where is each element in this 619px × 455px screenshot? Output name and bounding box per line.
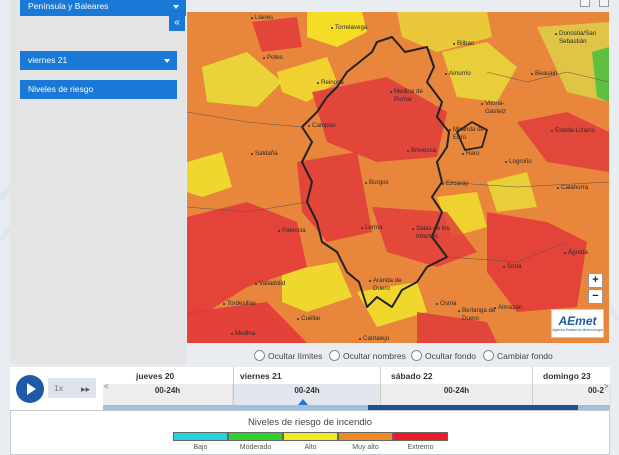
logo-text: AEmet <box>558 314 597 328</box>
change-background-option[interactable]: Cambiar fondo <box>483 350 553 361</box>
place-label: Beasain <box>530 70 558 77</box>
place-label: Logroño <box>505 158 532 165</box>
logo-subtext: Agencia Estatal de Meteorología <box>552 328 603 332</box>
place-label: Llanes <box>250 14 274 21</box>
legend-title: Niveles de riesgo de incendio <box>247 417 373 428</box>
download-icon[interactable] <box>599 0 609 7</box>
legend-swatch-moderado <box>228 432 283 441</box>
place-label: Bilbao <box>452 40 475 47</box>
collapse-panel-button[interactable]: « <box>169 15 185 31</box>
legend-swatch-extremo <box>393 432 448 441</box>
timeline-prev-icon[interactable]: < <box>104 382 109 391</box>
zoom-in-button[interactable]: + <box>588 273 603 288</box>
place-label: Medina de Pomar <box>390 88 434 104</box>
change-background-label: Cambiar fondo <box>497 351 553 361</box>
legend-label: Bajo <box>193 444 208 451</box>
legend-label: Muy alto <box>352 444 379 451</box>
place-label: Miranda de Ebro <box>449 126 493 142</box>
place-label: Amurrio <box>445 70 471 77</box>
fast-forward-icon[interactable]: ▸▸ <box>81 384 90 395</box>
layer-select[interactable]: Niveles de riesgo <box>20 80 177 99</box>
print-icon[interactable] <box>580 0 590 7</box>
day-name: domingo 23 <box>543 371 591 381</box>
place-label: Reinosa <box>317 79 344 86</box>
hide-background-label: Ocultar fondo <box>425 351 477 361</box>
checkbox-icon[interactable] <box>329 350 340 361</box>
place-label: Vitoria-Gasteiz <box>481 100 521 116</box>
place-label: Tordesillas <box>222 300 257 307</box>
aemet-logo: AEmet Agencia Estatal de Meteorología <box>551 309 604 338</box>
hide-limits-label: Ocultar límites <box>268 351 323 361</box>
place-label: Ágreda <box>564 249 588 256</box>
place-label: Ezcaray <box>441 180 469 187</box>
place-label: Valladolid <box>254 280 286 287</box>
region-select-label: Península y Baleares <box>28 1 109 11</box>
timeline-day: sábado 22 00-24h <box>380 367 533 405</box>
place-label: Aranda de Duero <box>369 277 409 293</box>
place-label: Medina <box>230 330 256 337</box>
time-slot[interactable]: 00-24h <box>381 384 533 405</box>
legend-panel: Niveles de riesgo de incendio Bajo Moder… <box>10 410 610 455</box>
play-button[interactable] <box>16 375 44 403</box>
timeline-day: domingo 23 00-2 <box>532 367 611 405</box>
legend-label: Extremo <box>407 444 434 451</box>
place-label: Cuéllar <box>297 315 321 322</box>
hide-names-label: Ocultar nombres <box>343 351 406 361</box>
place-label: Cantalejo <box>358 335 390 342</box>
day-select[interactable]: viernes 21 <box>20 51 177 70</box>
place-label: Campoo <box>307 122 336 129</box>
hide-background-option[interactable]: Ocultar fondo <box>411 350 476 361</box>
legend-swatch-alto <box>283 432 338 441</box>
place-label: Haro <box>461 150 480 157</box>
place-label: Saldaña <box>251 150 278 157</box>
checkbox-icon[interactable] <box>483 350 494 361</box>
chevron-down-icon <box>173 5 179 9</box>
legend-swatch-muy-alto <box>338 432 393 441</box>
day-name: jueves 20 <box>136 371 175 381</box>
checkbox-icon[interactable] <box>411 350 422 361</box>
day-name: sábado 22 <box>391 371 433 381</box>
place-label: Potes <box>263 54 283 61</box>
place-label: Burgos <box>365 179 389 186</box>
place-label: Briviesca <box>406 147 437 154</box>
place-label: Torrelavega <box>330 24 368 31</box>
day-name: viernes 21 <box>240 371 282 381</box>
time-slot[interactable]: 00-24h <box>103 384 233 405</box>
region-select[interactable]: Península y Baleares <box>20 0 186 16</box>
place-label: Almazán <box>493 304 523 311</box>
day-select-label: viernes 21 <box>28 55 68 65</box>
place-label: Calahorra <box>556 184 589 191</box>
checkbox-icon[interactable] <box>254 350 265 361</box>
layer-select-label: Niveles de riesgo <box>28 84 94 94</box>
legend-label: Moderado <box>239 444 272 451</box>
place-label: Donostia/San Sebastián <box>555 30 609 46</box>
hide-names-option[interactable]: Ocultar nombres <box>329 350 406 361</box>
legend-label: Alto <box>304 444 317 451</box>
time-slot[interactable]: 00-2 <box>533 384 611 405</box>
hide-limits-option[interactable]: Ocultar límites <box>254 350 322 361</box>
place-label: Lerma <box>361 224 383 231</box>
timeline-day: jueves 20 00-24h <box>103 367 233 405</box>
chevron-down-icon <box>164 59 170 63</box>
place-label: Estella-Lizarra <box>551 127 597 135</box>
place-label: Palencia <box>278 227 306 234</box>
place-label: Soria <box>502 263 522 270</box>
place-label: Osma <box>436 300 457 307</box>
risk-map[interactable]: Llanes Torrelavega Bilbao Donostia/San S… <box>187 12 609 343</box>
legend-swatch-bajo <box>173 432 228 441</box>
control-panel: Península y Baleares « viernes 21 Nivele… <box>10 0 186 364</box>
place-label: Berlanga de Duero <box>458 307 502 323</box>
place-label: Salas de los Infantes <box>412 225 452 241</box>
zoom-out-button[interactable]: − <box>588 289 603 304</box>
timeline-days: jueves 20 00-24h viernes 21 00-24h sábad… <box>103 367 611 405</box>
map-layer <box>187 12 609 343</box>
timeline-next-icon[interactable]: > <box>604 382 609 391</box>
